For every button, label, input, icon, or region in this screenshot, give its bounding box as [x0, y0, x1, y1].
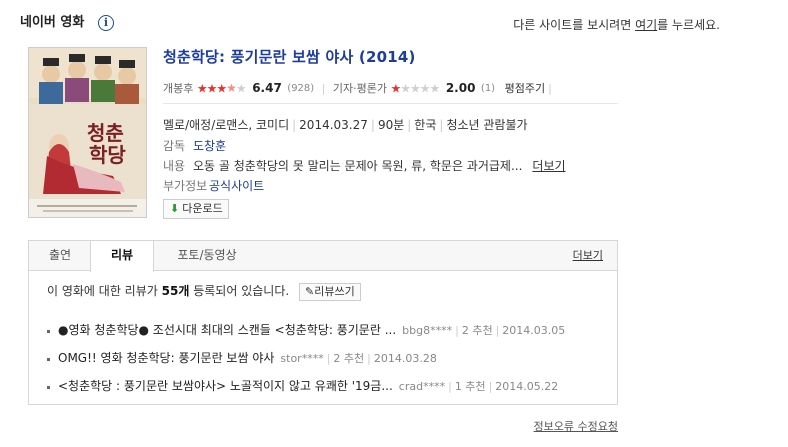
- release-date: 2014.03.27: [299, 118, 368, 132]
- country: 한국: [414, 118, 437, 132]
- review-pipe: |: [455, 324, 459, 337]
- tab-photo-video[interactable]: 포토/동영상: [155, 241, 259, 271]
- audience-stars: ★★★★★: [196, 81, 247, 96]
- review-author: bbg8****: [402, 324, 453, 337]
- tab-more-link[interactable]: 더보기: [573, 241, 603, 270]
- notice-text: 다른 사이트를 보시려면 여기를 누르세요.: [513, 16, 720, 33]
- review-title[interactable]: OMG!! 영화 청춘학당: 풍기문란 보쌈 야사: [58, 351, 274, 365]
- audience-rating-label: 개봉후: [163, 82, 194, 95]
- tab-cast[interactable]: 출연: [29, 241, 91, 271]
- content-line: 내용 오동 골 청춘학당의 못 말리는 문제아 목원, 류, 학문은 과거급제..…: [163, 157, 566, 174]
- movie-info-line: 멜로/애정/로맨스, 코미디 | 2014.03.27 | 90분 | 한국 | 청소년 관람불…: [163, 116, 528, 133]
- tab-reviews[interactable]: 리뷰: [90, 241, 154, 272]
- director-label: 감독: [163, 139, 186, 153]
- error-report-link[interactable]: 정보오류 수정요청: [534, 418, 618, 434]
- review-author: stor****: [280, 352, 324, 365]
- brand-title: 네이버 영화: [20, 15, 85, 30]
- review-pipe: |: [488, 380, 493, 393]
- review-item: ●영화 청춘학당● 조선시대 최대의 스캔들 <청춘학당: 풍기문란 ... bb…: [47, 321, 607, 349]
- info-pipe: |: [370, 118, 375, 132]
- review-pipe: |: [448, 380, 452, 393]
- svg-text:학당: 학당: [89, 143, 126, 167]
- download-icon: ⬇: [170, 202, 180, 215]
- official-site-link[interactable]: 공식사이트: [209, 179, 264, 193]
- svg-text:청춘: 청춘: [87, 121, 124, 145]
- notice-before: 다른 사이트를 보시려면: [513, 18, 632, 32]
- review-count-line: 이 영화에 대한 리뷰가 55개 등록되어 있습니다. ✎리뷰쓰기: [47, 282, 361, 301]
- poster-illustration: 청춘 학당: [29, 48, 146, 217]
- info-icon[interactable]: i: [98, 15, 114, 31]
- review-pipe: |: [495, 324, 500, 337]
- write-review-label: 리뷰쓰기: [314, 284, 355, 298]
- pencil-icon: ✎: [305, 284, 315, 298]
- review-date: 2014.03.28: [373, 352, 437, 365]
- review-recommend: 1 추천: [454, 380, 486, 393]
- director-link[interactable]: 도창훈: [193, 139, 226, 153]
- review-title[interactable]: <청춘학당 : 풍기문란 보쌈야사> 노골적이지 않고 유쾌한 '19금...: [58, 379, 393, 393]
- review-pipe: |: [367, 352, 371, 365]
- rating-separator: |: [321, 81, 326, 95]
- review-recommend: 2 추천: [333, 352, 365, 365]
- review-date: 2014.05.22: [495, 380, 559, 393]
- extra-info-line: 부가정보 공식사이트: [163, 177, 264, 194]
- review-item: OMG!! 영화 청춘학당: 풍기문란 보쌈 야사 stor**** | 2 추천 | 2…: [47, 349, 607, 377]
- review-count: 55개: [161, 284, 190, 298]
- critic-rating-label: 기자·평론가: [332, 82, 388, 95]
- review-count-prefix: 이 영화에 대한 리뷰가: [47, 284, 158, 298]
- review-pipe: |: [326, 352, 331, 365]
- rate-separator: |: [548, 81, 552, 95]
- movie-title[interactable]: 청춘학당: 풍기문란 보쌈 야사 (2014): [163, 46, 416, 67]
- age-rating: 청소년 관람불가: [446, 118, 528, 132]
- rate-button-label: 평점주기: [504, 82, 546, 95]
- extra-info-label: 부가정보: [163, 179, 208, 193]
- content-label: 내용: [163, 159, 186, 173]
- review-recommend: 2 추천: [461, 324, 493, 337]
- download-label: 다운로드: [182, 202, 223, 215]
- review-item: <청춘학당 : 풍기문란 보쌈야사> 노골적이지 않고 유쾌한 '19금... c…: [47, 377, 607, 405]
- notice-after: 를 누르세요.: [657, 18, 720, 32]
- rating-row: 개봉후 ★★★★★ 6.47 (928) | 기자·평론가 ★★★★★ 2.00…: [163, 80, 618, 98]
- review-list: ●영화 청춘학당● 조선시대 최대의 스캔들 <청춘학당: 풍기문란 ... bb…: [47, 321, 607, 405]
- critic-count: (1): [480, 82, 496, 94]
- tab-bar: 출연 리뷰 포토/동영상 더보기: [29, 241, 617, 272]
- content-summary: 오동 골 청춘학당의 못 말리는 문제아 목원, 류, 학문은 과거급제...: [193, 159, 523, 173]
- critic-stars: ★★★★★: [390, 81, 441, 96]
- movie-poster[interactable]: 청춘 학당: [28, 47, 147, 218]
- download-button[interactable]: ⬇ 다운로드: [163, 199, 229, 219]
- director-line: 감독 도창훈: [163, 137, 226, 154]
- bullet-icon: [47, 357, 50, 361]
- audience-score: 6.47: [252, 81, 282, 95]
- rating-divider: [163, 103, 618, 104]
- review-count-suffix: 등록되어 있습니다.: [193, 284, 290, 298]
- review-title[interactable]: ●영화 청춘학당● 조선시대 최대의 스캔들 <청춘학당: 풍기문란 ...: [58, 323, 396, 337]
- runtime: 90분: [377, 118, 405, 132]
- genre: 멜로/애정/로맨스, 코미디: [163, 118, 290, 132]
- top-bar: 네이버 영화 i 다른 사이트를 보시려면 여기를 누르세요.: [20, 14, 720, 34]
- bullet-icon: [47, 329, 50, 333]
- critic-score: 2.00: [445, 81, 476, 95]
- review-author: crad****: [398, 380, 446, 393]
- info-pipe: |: [439, 118, 444, 132]
- content-more-link[interactable]: 더보기: [532, 159, 565, 173]
- rate-button[interactable]: 평점주기 |: [504, 81, 552, 96]
- write-review-button[interactable]: ✎리뷰쓰기: [299, 282, 361, 301]
- review-date: 2014.03.05: [502, 324, 566, 337]
- review-panel: 출연 리뷰 포토/동영상 더보기 이 영화에 대한 리뷰가 55개 등록되어 있…: [28, 240, 618, 405]
- bullet-icon: [47, 385, 50, 389]
- audience-count: (928): [287, 82, 315, 94]
- notice-link[interactable]: 여기: [635, 18, 657, 32]
- info-pipe: |: [292, 118, 297, 132]
- info-pipe: |: [407, 118, 412, 132]
